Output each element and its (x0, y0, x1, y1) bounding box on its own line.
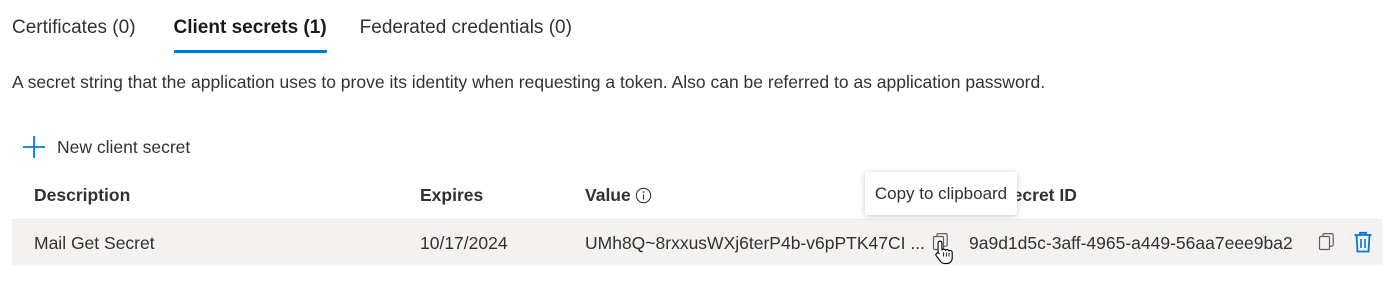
copy-secret-id-icon[interactable] (1316, 231, 1338, 253)
column-header-description: Description (34, 185, 131, 205)
client-secrets-panel: Certificates (0) Client secrets (1) Fede… (0, 0, 1400, 284)
secret-description: Mail Get Secret (34, 233, 155, 253)
tab-client-secrets[interactable]: Client secrets (1) (173, 14, 327, 54)
table-row: Mail Get Secret 10/17/2024 UMh8Q~8rxxusW… (12, 219, 1382, 265)
copy-value-icon[interactable] (930, 231, 952, 253)
delete-icon[interactable] (1352, 230, 1374, 254)
credentials-tabs: Certificates (0) Client secrets (1) Fede… (12, 14, 572, 54)
secret-value: UMh8Q~8rxxusWXj6terP4b-v6pPTK47CI ... (585, 233, 925, 253)
client-secrets-description: A secret string that the application use… (12, 72, 1046, 92)
secret-expires: 10/17/2024 (420, 233, 508, 253)
new-client-secret-button[interactable]: New client secret (22, 132, 190, 162)
new-client-secret-label: New client secret (57, 136, 191, 157)
tab-federated-credentials[interactable]: Federated credentials (0) (360, 14, 572, 54)
copy-tooltip-text: Copy to clipboard (874, 183, 1008, 203)
info-icon[interactable] (635, 187, 652, 204)
tab-certificates[interactable]: Certificates (0) (12, 14, 136, 54)
secret-id: 9a9d1d5c-3aff-4965-a449-56aa7eee9ba2 (969, 233, 1293, 253)
column-header-value: Value (585, 183, 652, 207)
copy-tooltip: Copy to clipboard (865, 172, 1017, 215)
column-header-value-label: Value (585, 185, 631, 205)
plus-icon (23, 136, 45, 158)
column-header-expires: Expires (420, 185, 484, 205)
